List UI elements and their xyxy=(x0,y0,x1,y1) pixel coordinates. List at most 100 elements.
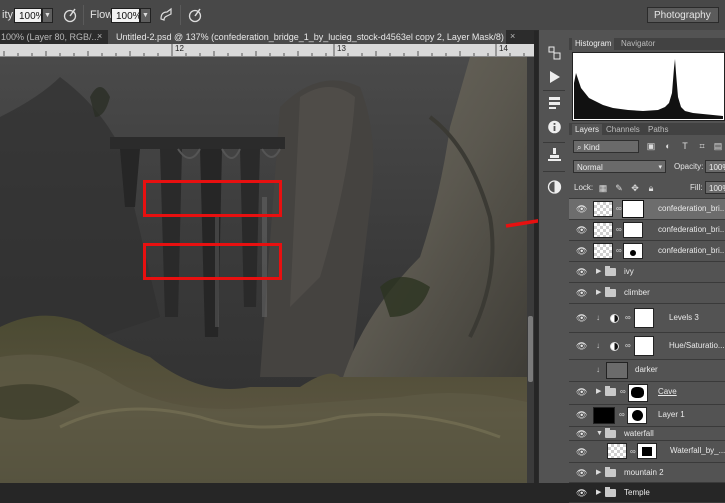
tab-untitled-2[interactable]: Untitled-2.psd @ 137% (confederation_bri… xyxy=(108,30,506,44)
tab-navigator[interactable]: Navigator xyxy=(618,38,658,50)
layer-row[interactable]: 👁︎ ∞ Waterfall_by_... xyxy=(569,441,725,463)
opacity-label: Opacity: xyxy=(674,162,704,171)
tab-channels[interactable]: Channels xyxy=(603,124,643,136)
layer-mask-thumbnail[interactable] xyxy=(623,222,643,238)
layer-mask-thumbnail[interactable] xyxy=(634,308,654,328)
lock-icon[interactable]: 🔒︎ xyxy=(646,183,656,193)
blend-mode-select[interactable]: Normal ▾ xyxy=(573,160,666,173)
scrollbar-thumb[interactable] xyxy=(528,316,533,382)
lock-position-icon[interactable]: ✥ xyxy=(630,183,640,193)
workspace-switcher[interactable]: Photography xyxy=(647,7,719,23)
flow-dropdown-button[interactable]: ▼ xyxy=(140,8,151,23)
close-icon[interactable]: × xyxy=(97,31,102,41)
layer-row[interactable]: 👁︎ ▶ climber xyxy=(569,283,725,304)
layer-name: Temple xyxy=(624,488,650,497)
layer-row[interactable]: 👁︎ ∞ confederation_bri... xyxy=(569,220,725,241)
link-icon[interactable]: ∞ xyxy=(620,387,626,397)
layer-row[interactable]: 👁︎ ↓ ∞ Hue/Saturatio... xyxy=(569,333,725,360)
tab-label: 100% (Layer 80, RGB/... xyxy=(1,32,100,42)
layer-thumbnail xyxy=(607,443,627,459)
chevron-right-icon[interactable]: ▶ xyxy=(596,289,604,297)
brush-presets-icon[interactable] xyxy=(547,148,562,162)
histogram-graph xyxy=(572,52,725,121)
filter-adjustment-icon[interactable]: ◐ xyxy=(663,141,673,151)
layer-row[interactable]: 👁︎ ∞ confederation_bri... xyxy=(569,241,725,262)
tab-paths[interactable]: Paths xyxy=(645,124,671,136)
layer-row[interactable]: 👁︎ ∞ confederation_bri... xyxy=(569,199,725,220)
layer-mask-thumbnail[interactable] xyxy=(634,336,654,356)
layer-mask-thumbnail[interactable] xyxy=(622,200,644,218)
layer-row[interactable]: 👁︎ ▼ waterfall xyxy=(569,427,725,441)
layer-row[interactable]: 👁︎ ▶ ivy xyxy=(569,262,725,283)
eye-icon[interactable]: 👁︎ xyxy=(576,267,587,277)
tab-layer80[interactable]: 100% (Layer 80, RGB/... xyxy=(0,30,105,44)
filter-type-icon[interactable]: T xyxy=(680,141,690,151)
layer-mask-thumbnail[interactable] xyxy=(627,407,647,424)
filter-pixel-icon[interactable]: ▣ xyxy=(646,141,656,151)
eye-icon[interactable]: 👁︎ xyxy=(576,204,587,214)
layer-row[interactable]: 👁︎ ▶ ∞ Cave xyxy=(569,382,725,405)
chevron-right-icon[interactable]: ▶ xyxy=(596,268,604,276)
history-icon[interactable] xyxy=(547,46,562,60)
info-icon[interactable] xyxy=(547,120,562,134)
airbrush-icon[interactable] xyxy=(158,7,174,23)
chevron-right-icon[interactable]: ▶ xyxy=(596,489,604,497)
kind-filter-select[interactable]: ⌕ Kind xyxy=(573,140,639,153)
eye-icon[interactable]: 👁︎ xyxy=(576,246,587,256)
eye-icon[interactable]: 👁︎ xyxy=(576,429,587,439)
eye-icon[interactable]: 👁︎ xyxy=(576,468,587,478)
vertical-scrollbar[interactable] xyxy=(527,57,534,483)
eye-icon[interactable]: 👁︎ xyxy=(576,225,587,235)
link-icon[interactable]: ∞ xyxy=(619,410,625,420)
document-canvas[interactable] xyxy=(0,57,527,483)
eye-icon[interactable]: 👁︎ xyxy=(576,488,587,498)
document-tab-bar: 100% (Layer 80, RGB/... × Untitled-2.psd… xyxy=(0,30,534,44)
layer-mask-thumbnail[interactable] xyxy=(637,443,657,459)
link-icon[interactable]: ∞ xyxy=(625,313,631,323)
play-icon[interactable] xyxy=(547,70,562,84)
lock-transparency-icon[interactable]: ▦ xyxy=(598,183,608,193)
layer-thumbnail xyxy=(593,222,613,238)
ruler-mark: 14 xyxy=(499,44,508,53)
tab-histogram[interactable]: Histogram xyxy=(572,38,615,50)
panel-icon-strip xyxy=(538,30,570,483)
separator xyxy=(83,5,84,25)
chevron-right-icon[interactable]: ▶ xyxy=(596,469,604,477)
chevron-right-icon[interactable]: ▶ xyxy=(596,388,604,396)
eye-icon[interactable]: 👁︎ xyxy=(576,313,587,323)
tab-layers[interactable]: Layers xyxy=(572,124,603,136)
layer-row[interactable]: 👁︎ ▶ mountain 2 xyxy=(569,463,725,483)
layer-name: darker xyxy=(635,365,658,374)
filter-smart-icon[interactable]: ▤ xyxy=(713,141,723,151)
link-icon[interactable]: ∞ xyxy=(625,341,631,351)
eye-icon[interactable]: 👁︎ xyxy=(576,288,587,298)
layer-opacity-field[interactable]: 100% xyxy=(705,160,725,173)
filter-shape-icon[interactable]: ⌗ xyxy=(697,141,707,151)
link-icon[interactable]: ∞ xyxy=(616,246,622,256)
separator xyxy=(543,90,565,91)
eye-icon[interactable]: 👁︎ xyxy=(576,387,587,397)
chevron-down-icon[interactable]: ▼ xyxy=(596,430,604,438)
opacity-dropdown-button[interactable]: ▼ xyxy=(42,8,53,23)
link-icon[interactable]: ∞ xyxy=(630,447,636,457)
eye-icon[interactable]: 👁︎ xyxy=(576,447,587,457)
properties-icon[interactable] xyxy=(547,96,562,110)
flow-field[interactable]: 100% xyxy=(111,8,142,23)
eye-icon[interactable]: 👁︎ xyxy=(576,410,587,420)
pressure-opacity-icon[interactable] xyxy=(62,7,78,23)
link-icon[interactable]: ∞ xyxy=(616,225,622,235)
layer-mask-thumbnail[interactable] xyxy=(628,384,648,402)
layer-row[interactable]: 👁︎ ↓ ∞ Levels 3 xyxy=(569,304,725,333)
layer-row[interactable]: 👁︎ ▶ Temple xyxy=(569,483,725,503)
layer-row[interactable]: ↓ darker xyxy=(569,360,725,382)
opacity-field[interactable]: 100% xyxy=(14,8,45,23)
layer-fill-field[interactable]: 100% xyxy=(705,181,725,194)
layer-row[interactable]: 👁︎ ∞ Layer 1 xyxy=(569,405,725,427)
close-icon[interactable]: × xyxy=(510,31,515,41)
layer-mask-thumbnail[interactable] xyxy=(623,243,643,259)
link-icon[interactable]: ∞ xyxy=(616,204,622,214)
adjustments-icon[interactable] xyxy=(547,180,562,194)
eye-icon[interactable]: 👁︎ xyxy=(576,341,587,351)
lock-pixels-icon[interactable]: ✎ xyxy=(614,183,624,193)
pressure-size-icon[interactable] xyxy=(187,7,203,23)
